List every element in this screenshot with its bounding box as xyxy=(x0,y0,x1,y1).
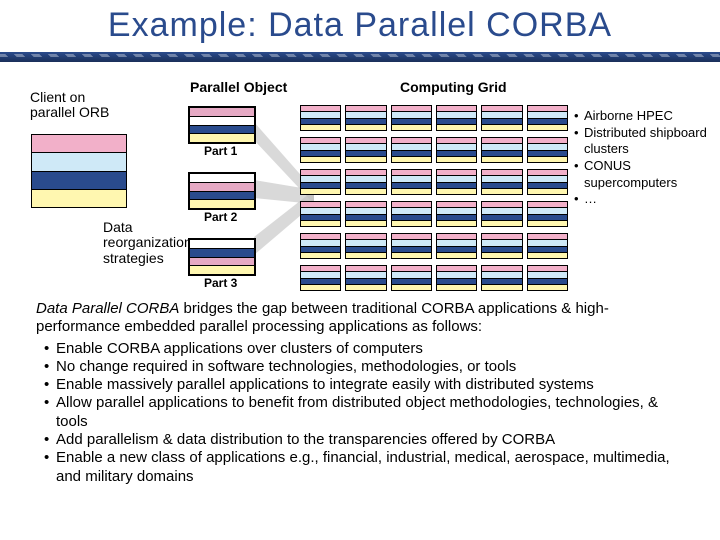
grid-row xyxy=(300,233,568,259)
body-bullet: •Enable massively parallel applications … xyxy=(36,376,690,394)
grid-row xyxy=(300,201,568,227)
list-item: •Airborne HPEC xyxy=(574,108,714,125)
list-item: •… xyxy=(574,191,714,208)
part-1 xyxy=(188,106,256,144)
part-2 xyxy=(188,172,256,210)
grid-row xyxy=(300,137,568,163)
parallel-object-label: Parallel Object xyxy=(190,80,287,95)
body-bullet: •Add parallelism & data distribution to … xyxy=(36,431,690,449)
slide-title: Example: Data Parallel CORBA xyxy=(0,6,720,45)
client-label: Client on parallel ORB xyxy=(30,90,140,121)
part-1-label: Part 1 xyxy=(204,144,237,158)
body-bullet: •Allow parallel applications to benefit … xyxy=(36,394,690,431)
grid-row xyxy=(300,265,568,291)
right-bullets: •Airborne HPEC •Distributed shipboard cl… xyxy=(574,108,714,208)
grid-row xyxy=(300,169,568,195)
title-rule xyxy=(0,52,720,62)
part-3 xyxy=(188,238,256,276)
computing-grid xyxy=(300,105,568,297)
client-block xyxy=(31,134,127,208)
slide: Example: Data Parallel CORBA Client on p… xyxy=(0,0,720,540)
intro-em: Data Parallel CORBA xyxy=(36,300,179,317)
part-3-label: Part 3 xyxy=(204,276,237,290)
list-item: •CONUS supercomputers xyxy=(574,158,714,191)
list-item: •Distributed shipboard clusters xyxy=(574,125,714,158)
body-text: Data Parallel CORBA bridges the gap betw… xyxy=(36,300,690,486)
body-bullet: •Enable a new class of applications e.g.… xyxy=(36,449,690,486)
grid-row xyxy=(300,105,568,131)
body-bullet: •Enable CORBA applications over clusters… xyxy=(36,340,690,358)
part-2-label: Part 2 xyxy=(204,210,237,224)
computing-grid-label: Computing Grid xyxy=(400,80,507,95)
intro-line: Data Parallel CORBA bridges the gap betw… xyxy=(36,300,690,337)
body-bullet: •No change required in software technolo… xyxy=(36,358,690,376)
